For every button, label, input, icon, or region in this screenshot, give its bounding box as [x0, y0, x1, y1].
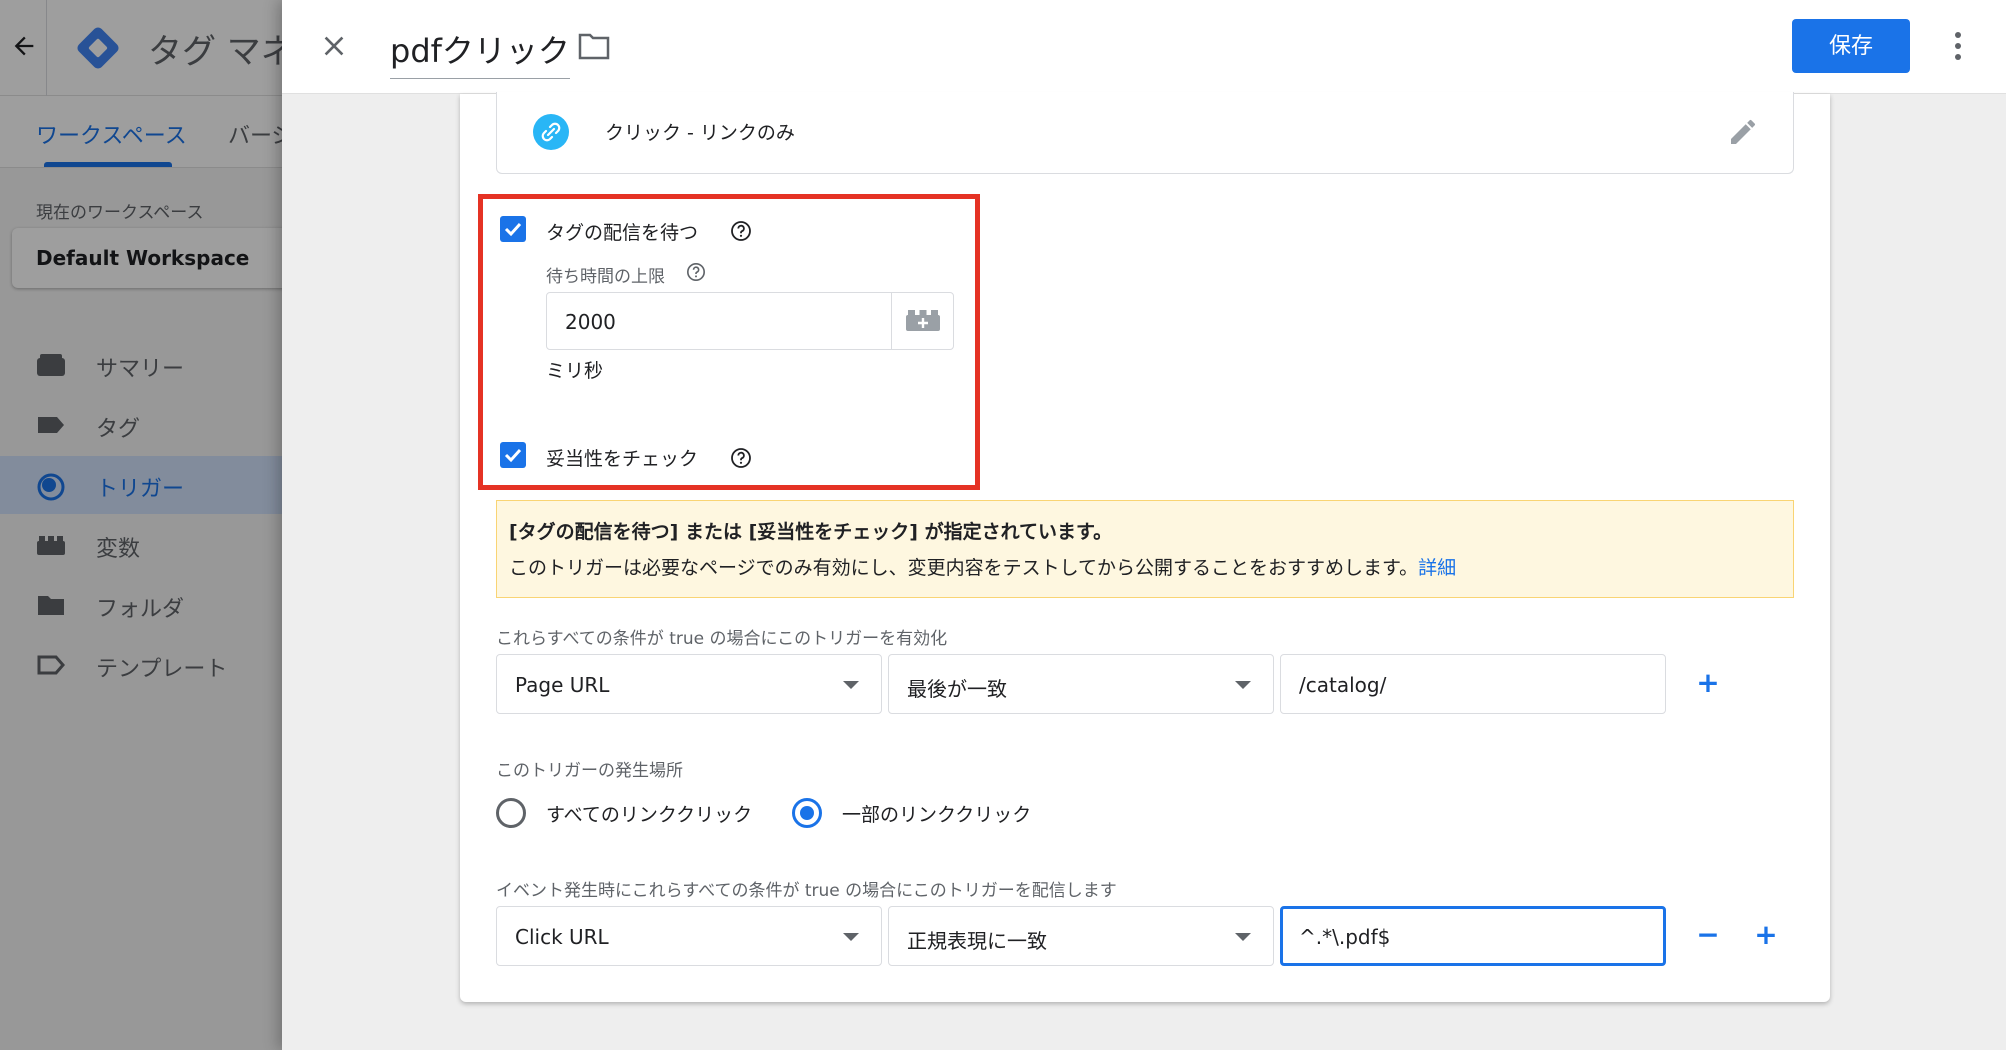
select-value: 最後が一致 [907, 677, 1007, 701]
enable-variable-select[interactable]: Page URL [496, 654, 882, 714]
sheet-header: pdfクリック 保存 [282, 0, 2006, 94]
wait-for-tags-checkbox[interactable] [500, 216, 526, 242]
folder-outline-icon [578, 33, 610, 60]
fire-conditions-label: イベント発生時にこれらすべての条件が true の場合にこのトリガーを配信します [496, 881, 1117, 901]
learn-more-link[interactable]: 詳細 [1418, 557, 1456, 579]
check-validation-checkbox[interactable] [500, 442, 526, 468]
remove-fire-condition-button[interactable]: − [1694, 920, 1722, 950]
enable-conditions-label: これらすべての条件が true の場合にこのトリガーを有効化 [496, 629, 948, 649]
max-wait-value: 2000 [565, 310, 616, 334]
close-icon [324, 36, 344, 56]
checkmark-icon [504, 222, 522, 237]
add-enable-condition-button[interactable]: + [1694, 668, 1722, 698]
dropdown-arrow-icon [843, 681, 859, 689]
help-circle-icon[interactable] [686, 262, 706, 282]
dropdown-arrow-icon [1235, 933, 1251, 941]
all-link-clicks-label[interactable]: すべてのリンククリック [546, 800, 752, 827]
close-button[interactable] [318, 30, 350, 62]
link-icon [533, 114, 569, 150]
milliseconds-unit: ミリ秒 [546, 360, 604, 382]
input-value: ^.*\.pdf$ [1299, 925, 1391, 949]
more-menu-button[interactable] [1946, 28, 1970, 64]
max-wait-input[interactable]: 2000 [546, 292, 954, 350]
fire-variable-select[interactable]: Click URL [496, 906, 882, 966]
more-vert-icon [1955, 32, 1961, 60]
warning-title: [タグの配信を待つ] または [妥当性をチェック] が指定されています。 [509, 521, 1113, 543]
wait-for-tags-label: タグの配信を待つ [546, 222, 699, 244]
trigger-type-row[interactable]: クリック - リンクのみ [496, 92, 1794, 174]
checkmark-icon [504, 448, 522, 463]
warning-banner: [タグの配信を待つ] または [妥当性をチェック] が指定されています。 このト… [496, 500, 1794, 598]
fire-on-label: このトリガーの発生場所 [496, 761, 683, 781]
warning-body-text: このトリガーは必要なページでのみ有効にし、変更内容をテストしてから公開することを… [509, 557, 1419, 579]
help-circle-icon[interactable] [730, 447, 752, 469]
variable-brick-icon [906, 310, 940, 331]
warning-body: このトリガーは必要なページでのみ有効にし、変更内容をテストしてから公開することを… [509, 553, 1456, 580]
check-validation-label: 妥当性をチェック [546, 448, 699, 470]
dropdown-arrow-icon [843, 933, 859, 941]
some-link-clicks-radio[interactable] [792, 798, 822, 828]
select-value: Page URL [515, 673, 610, 697]
input-value: /catalog/ [1299, 673, 1387, 697]
add-fire-condition-button[interactable]: + [1752, 920, 1780, 950]
trigger-editor-sheet: pdfクリック 保存 クリック - リンクのみ タグの配信を待つ 待ち時間の上限… [282, 0, 2006, 1050]
edit-pencil-icon[interactable] [1727, 116, 1759, 148]
some-link-clicks-label[interactable]: 一部のリンククリック [842, 800, 1031, 827]
all-link-clicks-radio[interactable] [496, 798, 526, 828]
max-wait-label: 待ち時間の上限 [546, 267, 665, 287]
enable-operator-select[interactable]: 最後が一致 [888, 654, 1274, 714]
select-value: 正規表現に一致 [907, 929, 1047, 953]
save-button[interactable]: 保存 [1792, 19, 1910, 73]
trigger-type-label: クリック - リンクのみ [605, 122, 795, 144]
folder-button[interactable] [578, 32, 610, 60]
insert-variable-button[interactable] [891, 293, 953, 349]
help-circle-icon[interactable] [730, 220, 752, 242]
trigger-name-title[interactable]: pdfクリック [390, 26, 570, 79]
trigger-configuration-card: クリック - リンクのみ タグの配信を待つ 待ち時間の上限 2000 ミリ秒 妥… [460, 92, 1830, 1002]
dropdown-arrow-icon [1235, 681, 1251, 689]
fire-operator-select[interactable]: 正規表現に一致 [888, 906, 1274, 966]
select-value: Click URL [515, 925, 609, 949]
fire-value-input[interactable]: ^.*\.pdf$ [1280, 906, 1666, 966]
enable-value-input[interactable]: /catalog/ [1280, 654, 1666, 714]
